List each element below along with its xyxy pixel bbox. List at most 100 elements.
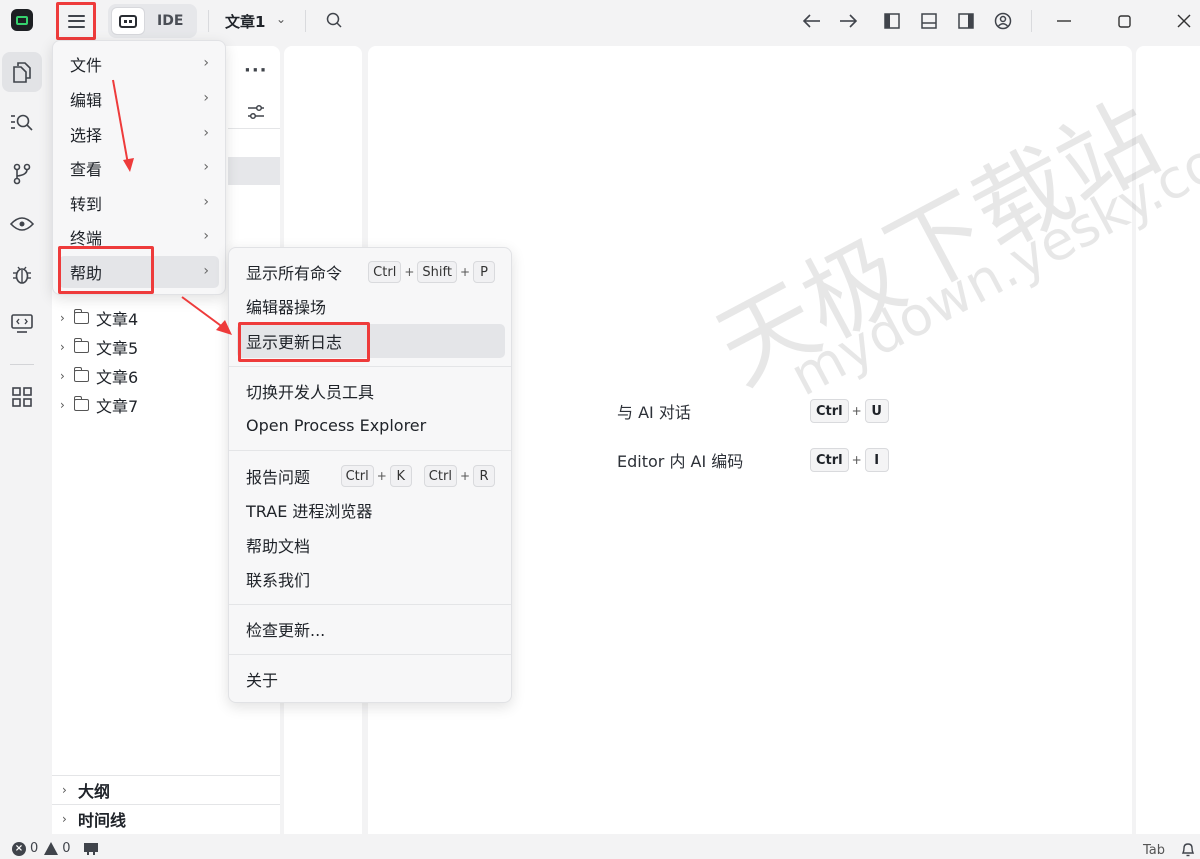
toggle-right-panel-icon[interactable] [956,11,976,31]
key-cap: K [389,465,412,487]
editor-playground-item[interactable]: 编辑器操场 [237,289,505,323]
main-menu: 文件 › 编辑 › 选择 › 查看 › 转到 › 终端 › 帮助 › [52,40,226,295]
problems-indicator[interactable]: × 0 0 [12,841,99,856]
ports-icon[interactable] [83,842,99,856]
folder-row[interactable]: › 文章4 [60,304,138,332]
report-issue-item[interactable]: 报告问题 Ctrl + K Ctrl + R [237,459,505,493]
error-count: 0 [30,841,39,856]
menu-item-file[interactable]: 文件 › [59,48,219,80]
menu-item-label: 转到 [70,195,103,214]
menu-item-go[interactable]: 转到 › [59,187,219,219]
timeline-section[interactable]: › 时间线 [52,804,280,832]
search-icon[interactable] [326,12,342,28]
menu-divider [229,366,511,367]
submenu-item-label: TRAE 进程浏览器 [246,502,373,521]
trae-process-explorer-item[interactable]: TRAE 进程浏览器 [237,493,505,527]
selected-file-row[interactable] [228,157,280,185]
menu-item-selection[interactable]: 选择 › [59,118,219,150]
preview-eye-icon[interactable] [2,204,42,244]
menu-divider [229,654,511,655]
menu-item-edit[interactable]: 编辑 › [59,83,219,115]
chevron-right-icon: › [203,263,209,279]
right-panel [1136,46,1200,834]
key-cap: Ctrl [810,448,849,472]
remote-screen-icon[interactable] [2,304,42,344]
shortcut-keys: Ctrl + K Ctrl + R [340,465,495,487]
search-files-icon[interactable] [2,102,42,142]
menu-item-label: 帮助 [70,264,103,283]
chevron-right-icon: › [60,340,65,354]
toggle-left-panel-icon[interactable] [882,11,902,31]
folder-row[interactable]: › 文章5 [60,333,138,361]
minimize-icon[interactable] [1050,8,1078,34]
key-cap: Ctrl [423,465,457,487]
folder-row[interactable]: › 文章7 [60,391,138,419]
menu-item-terminal[interactable]: 终端 › [59,221,219,253]
title-bar: IDE 文章1 ⌄ [0,0,1200,42]
key-cap: U [864,399,889,423]
submenu-item-label: 显示所有命令 [246,264,343,283]
menu-item-view[interactable]: 查看 › [59,152,219,184]
chevron-down-icon[interactable]: ⌄ [276,12,286,26]
submenu-item-label: 报告问题 [246,468,311,487]
arrow-left-icon[interactable] [802,11,822,31]
chat-ai-hint: 与 AI 对话 [617,398,691,424]
key-plus: + [459,469,470,483]
show-all-commands-item[interactable]: 显示所有命令 Ctrl + Shift + P [237,255,505,289]
status-bar: × 0 0 Tab [0,838,1200,859]
maximize-icon[interactable] [1110,8,1138,34]
outline-label: 大纲 [78,781,111,801]
ide-mode-label[interactable]: IDE [157,13,183,29]
debug-bug-icon[interactable] [2,254,42,294]
menu-item-label: 终端 [70,229,103,248]
key-plus: + [851,404,862,418]
chevron-right-icon: › [203,194,209,210]
key-cap: Shift [417,261,457,283]
key-plus: + [376,469,387,483]
sidebar-divider [228,128,280,129]
submenu-item-label: Open Process Explorer [246,415,427,435]
project-title[interactable]: 文章1 [225,11,265,32]
toggle-dev-tools-item[interactable]: 切换开发人员工具 [237,374,505,408]
ai-mode-icon[interactable] [111,7,145,35]
main-menu-button[interactable] [56,2,96,40]
tab-indicator[interactable]: Tab [1143,843,1165,858]
chevron-right-icon: › [203,55,209,71]
show-release-notes-item[interactable]: 显示更新日志 [237,324,505,358]
account-icon[interactable] [993,11,1013,31]
key-plus: + [404,265,415,279]
mode-toggle[interactable]: IDE [108,4,197,38]
outline-section[interactable]: › 大纲 [52,775,280,803]
toolbar-divider [1031,10,1032,32]
menu-item-help[interactable]: 帮助 › [59,256,219,288]
about-item[interactable]: 关于 [237,662,505,696]
help-docs-item[interactable]: 帮助文档 [237,528,505,562]
filter-settings-icon[interactable] [246,102,266,122]
help-submenu: 显示所有命令 Ctrl + Shift + P 编辑器操场 显示更新日志 切换开… [228,247,512,703]
activity-bar [0,46,44,836]
chevron-right-icon: › [60,311,65,325]
folder-row[interactable]: › 文章6 [60,362,138,390]
chevron-right-icon: › [203,159,209,175]
chevron-right-icon: › [60,398,65,412]
close-icon[interactable] [1170,8,1198,34]
folder-label: 文章7 [96,397,139,416]
contact-us-item[interactable]: 联系我们 [237,562,505,596]
folder-label: 文章4 [96,310,139,329]
submenu-item-label: 显示更新日志 [246,333,343,352]
extensions-grid-icon[interactable] [2,377,42,417]
check-updates-item[interactable]: 检查更新... [237,612,505,646]
arrow-right-icon[interactable] [838,11,858,31]
app-logo-icon [11,9,33,31]
chevron-right-icon: › [62,811,67,826]
open-process-explorer-item[interactable]: Open Process Explorer [237,408,505,442]
explorer-icon[interactable] [2,52,42,92]
bell-icon[interactable] [1181,842,1195,857]
more-actions-icon[interactable]: ··· [244,60,268,81]
source-control-icon[interactable] [2,154,42,194]
menu-divider [229,604,511,605]
submenu-item-label: 帮助文档 [246,537,311,556]
chat-ai-label: 与 AI 对话 [617,403,691,422]
toggle-bottom-panel-icon[interactable] [919,11,939,31]
inline-ai-shortcut: Ctrl + I [810,448,889,472]
